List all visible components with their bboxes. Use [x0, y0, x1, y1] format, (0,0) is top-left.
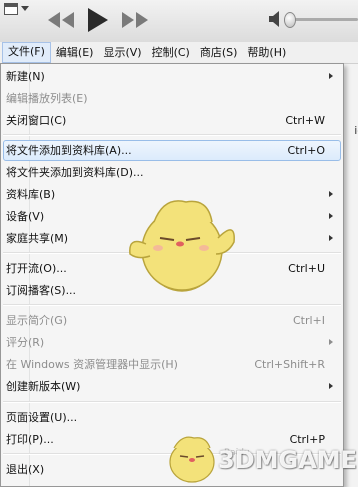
volume-slider-thumb[interactable] [284, 12, 296, 28]
menu-item-label: 页面设置(U)... [6, 411, 78, 424]
submenu-arrow-icon [329, 339, 333, 345]
menu-item-close-window[interactable]: 关闭窗口(C) Ctrl+W [3, 110, 341, 131]
player-toolbar [0, 0, 358, 42]
menu-item-edit-playlist[interactable]: 编辑播放列表(E) [3, 88, 341, 109]
menu-item-show-in-explorer[interactable]: 在 Windows 资源管理器中显示(H) Ctrl+Shift+R [3, 354, 341, 375]
menu-item-shortcut: Ctrl+I [292, 314, 325, 327]
menu-bar: 文件(F) 编辑(E) 显示(V) 控制(C) 商店(S) 帮助(H) [0, 42, 358, 64]
submenu-arrow-icon [329, 383, 333, 389]
background-clipped-text: io [354, 124, 358, 137]
menu-item-add-file-to-library[interactable]: 将文件添加到资料库(A)... Ctrl+O [3, 140, 341, 161]
menu-item-label: 创建新版本(W) [6, 380, 81, 393]
play-icon[interactable] [84, 6, 110, 34]
previous-track-icon[interactable] [46, 9, 76, 31]
menu-item-label: 订阅播客(S)... [6, 284, 77, 297]
volume-slider[interactable] [284, 12, 358, 28]
menu-edit[interactable]: 编辑(E) [51, 43, 99, 62]
menu-item-get-info[interactable]: 显示简介(G) Ctrl+I [3, 310, 341, 331]
menu-item-label: 资料库(B) [6, 188, 56, 201]
menu-item-shortcut: Ctrl+Shift+R [254, 358, 325, 371]
menu-separator [3, 134, 341, 136]
watermark-text: 3DMGAME [218, 446, 358, 474]
menu-item-label: 显示简介(G) [6, 314, 68, 327]
menu-item-label: 在 Windows 资源管理器中显示(H) [6, 358, 178, 371]
submenu-arrow-icon [329, 191, 333, 197]
menu-item-new[interactable]: 新建(N) [3, 66, 341, 87]
next-track-icon[interactable] [120, 9, 150, 31]
window-menu-icon[interactable] [4, 3, 18, 15]
menu-file[interactable]: 文件(F) [2, 42, 51, 63]
menu-item-shortcut: Ctrl+W [285, 114, 325, 127]
menu-item-label: 打印(P)... [6, 433, 54, 446]
submenu-arrow-icon [329, 235, 333, 241]
menu-separator [3, 304, 341, 306]
menu-store[interactable]: 商店(S) [195, 43, 243, 62]
menu-item-label: 将文件夹添加到资料库(D)... [6, 166, 144, 179]
menu-item-label: 关闭窗口(C) [6, 114, 67, 127]
menu-item-add-folder-to-library[interactable]: 将文件夹添加到资料库(D)... [3, 162, 341, 183]
menu-item-page-setup[interactable]: 页面设置(U)... [3, 407, 341, 428]
menu-item-shortcut: Ctrl+O [287, 144, 325, 157]
submenu-arrow-icon [329, 73, 333, 79]
menu-item-label: 将文件添加到资料库(A)... [6, 144, 132, 157]
menu-separator [3, 401, 341, 403]
watermark-chick-icon [169, 436, 215, 483]
menu-item-label: 退出(X) [6, 463, 45, 476]
menu-controls[interactable]: 控制(C) [147, 43, 195, 62]
submenu-arrow-icon [329, 213, 333, 219]
menu-view[interactable]: 显示(V) [98, 43, 146, 62]
menu-item-label: 编辑播放列表(E) [6, 92, 88, 105]
menu-item-label: 家庭共享(M) [6, 232, 69, 245]
menu-item-label: 新建(N) [6, 70, 45, 83]
speaker-icon [269, 11, 279, 27]
menu-item-label: 设备(V) [6, 210, 45, 223]
menu-help[interactable]: 帮助(H) [242, 43, 291, 62]
menu-item-label: 评分(R) [6, 336, 45, 349]
menu-item-label: 打开流(O)... [6, 262, 67, 275]
mascot-chick-icon [129, 200, 235, 292]
chevron-down-icon[interactable] [20, 4, 30, 12]
menu-item-create-new-version[interactable]: 创建新版本(W) [3, 376, 341, 397]
menu-item-rating[interactable]: 评分(R) [3, 332, 341, 353]
itunes-window: 文件(F) 编辑(E) 显示(V) 控制(C) 商店(S) 帮助(H) io 新… [0, 0, 358, 487]
menu-item-shortcut: Ctrl+U [288, 262, 325, 275]
